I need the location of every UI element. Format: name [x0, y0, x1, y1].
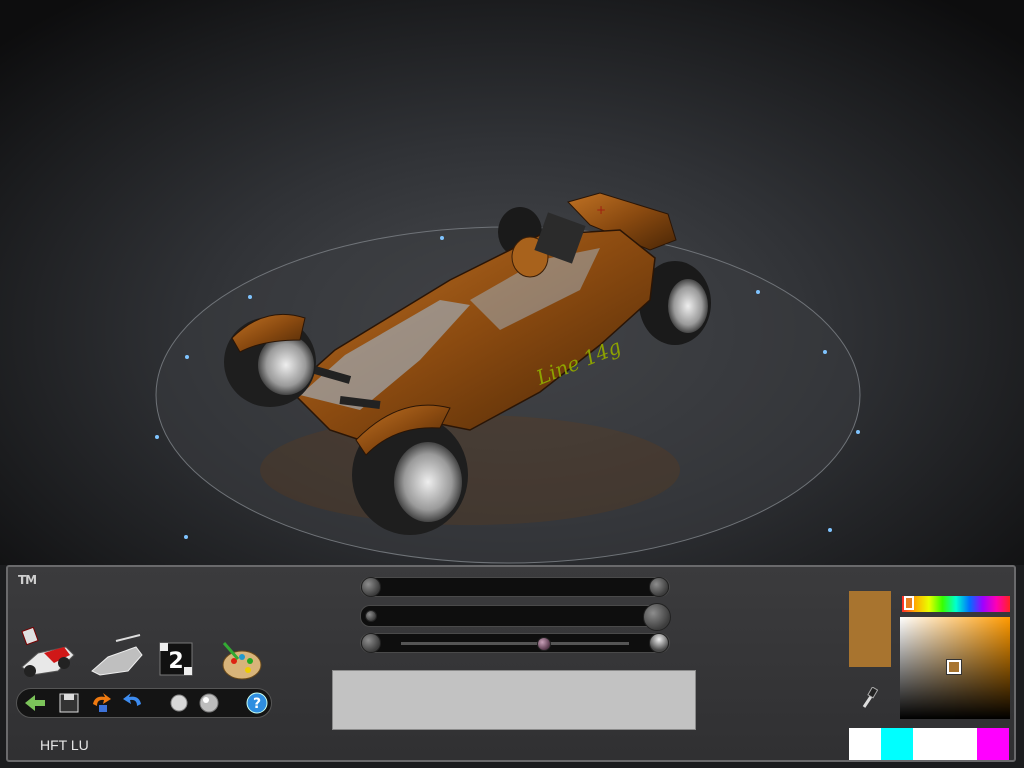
slider-1-min-knob[interactable]: [361, 577, 381, 597]
palette-icon: [222, 642, 262, 680]
current-color-swatch[interactable]: [849, 591, 891, 667]
eyedropper-button[interactable]: [860, 686, 879, 713]
saturation-value-field[interactable]: [900, 617, 1010, 719]
slider-3[interactable]: [360, 633, 670, 653]
back-button[interactable]: [23, 692, 47, 714]
paint-car-tool[interactable]: [18, 626, 78, 679]
slider-3-value-knob[interactable]: [537, 637, 551, 651]
slider-1[interactable]: [360, 577, 670, 597]
palette-color-1[interactable]: [849, 728, 881, 760]
svg-text:2: 2: [168, 649, 183, 674]
help-icon: ?: [246, 692, 268, 714]
eyedropper-icon: [862, 686, 879, 708]
back-icon: [25, 695, 45, 711]
undo-icon: [93, 693, 111, 712]
sketch-car-tool[interactable]: [88, 631, 148, 683]
slider-2[interactable]: [360, 603, 671, 631]
brush-small-icon: [170, 694, 188, 712]
color-marker[interactable]: [946, 659, 962, 675]
game-logo: TM: [18, 573, 37, 587]
slider-2-min-knob[interactable]: [365, 610, 377, 622]
palette-color-2[interactable]: [881, 728, 913, 760]
toolbar: ?: [16, 688, 272, 718]
sketch-car-icon: [91, 634, 143, 676]
hue-marker[interactable]: [904, 596, 914, 610]
brush-small-button[interactable]: [167, 692, 191, 714]
brush-large-icon: [199, 693, 219, 713]
paint-shop-panel: TM 2 ? HFT LU: [6, 565, 1016, 762]
hue-bar[interactable]: [902, 596, 1010, 612]
car-viewport[interactable]: + Line 14g: [0, 0, 1024, 565]
palette-tool[interactable]: [218, 639, 264, 683]
palette-color-4[interactable]: [945, 728, 977, 760]
redo-icon: [123, 693, 141, 706]
color-palette: [849, 728, 1009, 760]
slider-3-right-knob[interactable]: [649, 633, 669, 653]
number-decal-tool[interactable]: 2: [158, 641, 194, 677]
help-button[interactable]: ?: [245, 692, 269, 714]
svg-text:?: ?: [253, 696, 261, 712]
paint-car-icon: [21, 626, 75, 677]
palette-color-3[interactable]: [913, 728, 945, 760]
svg-text:+: +: [596, 203, 606, 217]
text-input[interactable]: [332, 670, 696, 730]
save-icon: [59, 693, 79, 713]
brush-large-button[interactable]: [197, 692, 221, 714]
car-render: + Line 14g: [155, 192, 861, 564]
save-button[interactable]: [57, 692, 81, 714]
number-decal-icon: 2: [159, 642, 193, 676]
slider-3-left-knob[interactable]: [361, 633, 381, 653]
car-name: HFT LU: [40, 737, 89, 753]
palette-color-5[interactable]: [977, 728, 1009, 760]
slider-1-max-knob[interactable]: [649, 577, 669, 597]
undo-button[interactable]: [89, 692, 113, 714]
slider-2-max-knob[interactable]: [643, 603, 671, 631]
redo-button[interactable]: [121, 692, 145, 714]
slider-3-track: [401, 642, 629, 645]
